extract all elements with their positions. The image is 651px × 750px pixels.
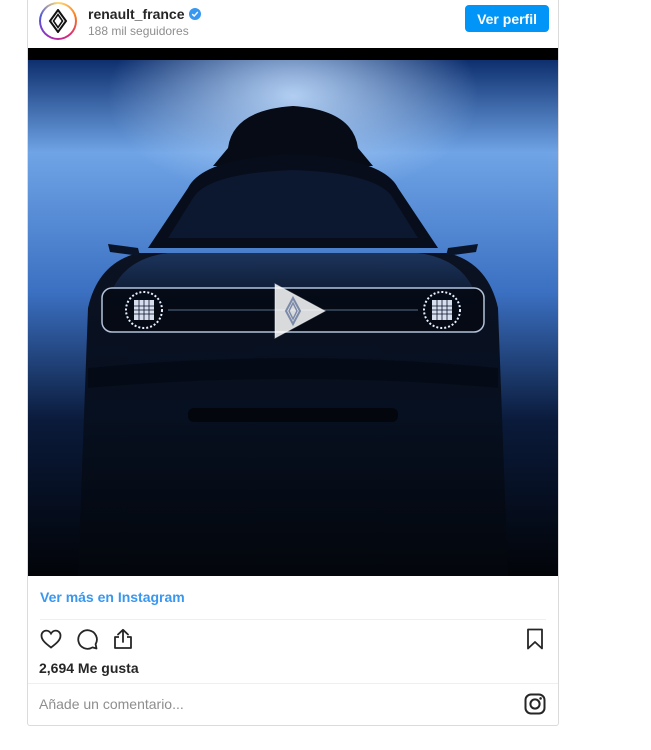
action-bar bbox=[38, 626, 136, 652]
view-profile-button[interactable]: Ver perfil bbox=[465, 5, 549, 32]
like-count: 2,694 Me gusta bbox=[39, 660, 139, 676]
username-row: renault_france bbox=[88, 6, 202, 22]
renault-logo-icon bbox=[41, 4, 75, 38]
view-more-link[interactable]: Ver más en Instagram bbox=[40, 589, 185, 605]
bookmark-icon[interactable] bbox=[522, 626, 548, 652]
instagram-embed: renault_france 188 mil seguidores Ver pe… bbox=[27, 0, 559, 726]
verified-badge-icon bbox=[189, 8, 202, 20]
post-header: renault_france 188 mil seguidores Ver pe… bbox=[28, 0, 558, 48]
divider bbox=[28, 683, 558, 684]
comment-icon[interactable] bbox=[74, 626, 100, 652]
divider bbox=[40, 619, 546, 620]
play-icon[interactable] bbox=[267, 280, 329, 342]
instagram-icon[interactable] bbox=[522, 691, 548, 717]
follower-count: 188 mil seguidores bbox=[88, 24, 189, 38]
comment-input[interactable] bbox=[39, 696, 459, 712]
avatar[interactable] bbox=[39, 2, 77, 40]
share-icon[interactable] bbox=[110, 626, 136, 652]
username[interactable]: renault_france bbox=[88, 6, 184, 22]
heart-icon[interactable] bbox=[38, 626, 64, 652]
video-media[interactable] bbox=[28, 48, 558, 576]
